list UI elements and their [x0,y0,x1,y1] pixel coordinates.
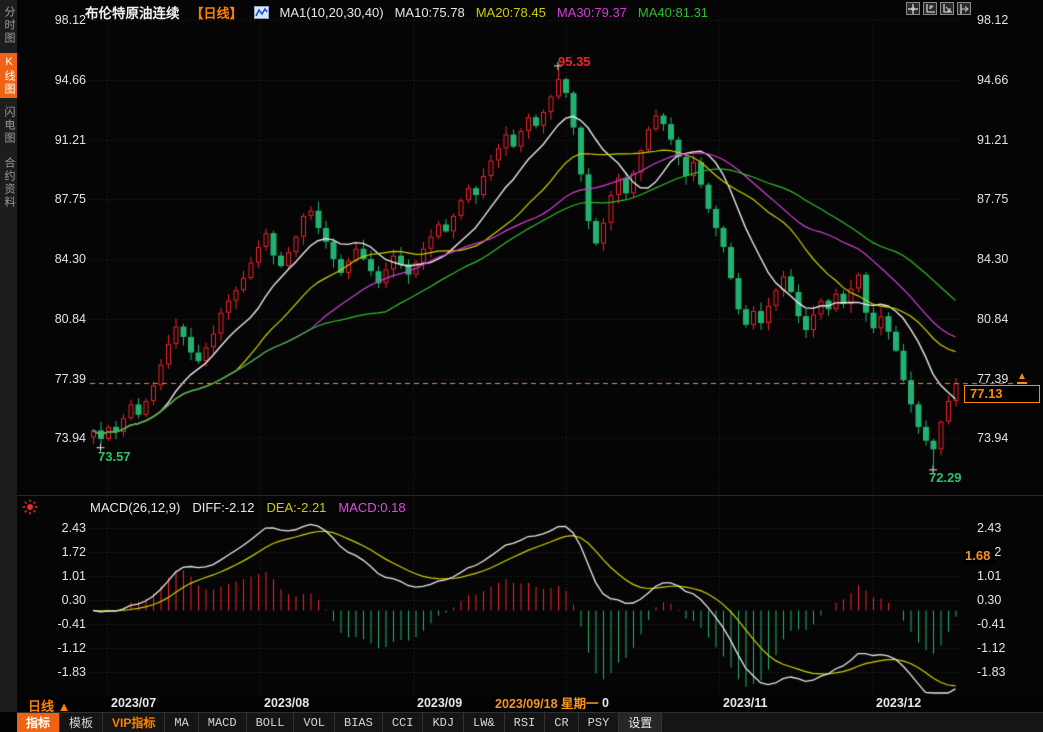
period-low-annotation: 72.29 [929,470,962,485]
pane-divider[interactable] [17,495,1043,496]
instrument-title: 布伦特原油连续 [85,2,180,22]
xaxis-month-label: 2023/11 [723,696,768,710]
sidebar-tab-1[interactable]: 分时图 [0,3,17,48]
axis-tick-label: 84.30 [18,252,86,266]
axis-tick-label: 91.21 [977,133,1008,147]
sidebar-tab-3[interactable]: 闪电图 [0,103,17,148]
axis-tick-label: 80.84 [18,312,86,326]
axis-scale-right-icon[interactable] [940,2,954,15]
ma-group-label: MA1(10,20,30,40) [280,5,384,20]
mini-chart-icon [254,6,269,19]
toolbar-button-MACD[interactable]: MACD [199,713,247,732]
indicator-toolbar: 指标模板VIP指标MAMACDBOLLVOLBIASCCIKDJLW&RSICR… [17,712,1043,732]
axis-tick-label: 94.66 [977,73,1008,87]
toolbar-button-CCI[interactable]: CCI [383,713,424,732]
axis-tick-label: 98.12 [977,13,1008,27]
toolbar-button-LW&[interactable]: LW& [464,713,505,732]
axis-tick-label: 77.39 [977,372,1008,386]
crosshair-date-tooltip: 2023/09/18 星期一 [491,696,603,712]
xaxis-month-label: 2023/07 [111,696,156,710]
axis-tick-label: 80.84 [977,312,1008,326]
axis-tick-label: 98.12 [18,13,86,27]
axis-tick-label: 1.72 [18,545,86,559]
axis-tick-label: 73.94 [977,431,1008,445]
axis-scale-left-icon[interactable] [923,2,937,15]
toolbar-button-BOLL[interactable]: BOLL [247,713,295,732]
axis-tick-label: -0.41 [18,617,86,631]
axis-tick-label: 73.94 [18,431,86,445]
axis-tick-label: 77.39 [18,372,86,386]
xaxis-month-label: 2023/09 [417,696,462,710]
axis-tick-label: 1.01 [977,569,1001,583]
macd-axis-highlight-value: 1.68 [963,547,995,564]
toolbar-button-VIP指标[interactable]: VIP指标 [103,713,165,732]
macd-params-label: MACD(26,12,9) [90,500,180,515]
toolbar-button-CR[interactable]: CR [545,713,578,732]
xaxis-month-label: 2023/12 [876,696,921,710]
xaxis-row: 日线 ▲ 2023/09/18 星期一 0 2023/072023/082023… [0,696,1043,712]
ma20-value: MA20:78.45 [476,5,546,20]
axis-tick-label: 94.66 [18,73,86,87]
dea-value: DEA:-2.21 [266,500,326,515]
crosshair-icon[interactable] [906,2,920,15]
toolbar-button-KDJ[interactable]: KDJ [423,713,464,732]
axis-tick-label: 0.30 [18,593,86,607]
macd-legend: MACD(26,12,9) DIFF:-2.12 DEA:-2.21 MACD:… [90,500,406,515]
kline-app-window: 分时图 K线图闪电图合约资料 布伦特原油连续 【日线】 MA1(10,20,30,… [0,0,1043,732]
ma10-value: MA10:75.78 [395,5,465,20]
toolbar-button-RSI[interactable]: RSI [505,713,546,732]
ma40-value: MA40:81.31 [638,5,708,20]
period-high-annotation: 95.35 [558,54,591,69]
start-low-annotation: 73.57 [98,449,131,464]
price-up-arrow-icon: ▲ [1017,372,1027,384]
alert-blink-icon[interactable] [22,499,38,520]
toolbar-button-VOL[interactable]: VOL [294,713,335,732]
toolbar-button-PSY[interactable]: PSY [579,713,620,732]
axis-tick-label: -1.83 [977,665,1006,679]
axis-tick-label: 2.43 [18,521,86,535]
covered-month-label-remnant: 0 [602,696,609,710]
axis-tick-label: 1.01 [18,569,86,583]
axis-tick-label: -1.12 [977,641,1006,655]
axis-tick-label: 0.30 [977,593,1001,607]
xaxis-month-label: 2023/08 [264,696,309,710]
sidebar-tab-2[interactable]: K线图 [0,53,17,98]
axis-tick-label: 2.43 [977,521,1001,535]
axis-tick-label: 87.75 [977,192,1008,206]
axis-tick-label: -1.12 [18,641,86,655]
ma30-value: MA30:79.37 [557,5,627,20]
current-price-label: 77.13 [964,385,1040,403]
pan-right-icon[interactable] [957,2,971,15]
axis-tick-label: 84.30 [977,252,1008,266]
chart-canvas[interactable] [17,0,1043,696]
axis-tick-label: 87.75 [18,192,86,206]
toolbar-button-模板[interactable]: 模板 [60,713,103,732]
toolbar-button-指标[interactable]: 指标 [17,713,60,732]
sidebar-tab-4[interactable]: 合约资料 [0,153,17,213]
period-tag[interactable]: 【日线】 [191,3,243,22]
toolbar-button-BIAS[interactable]: BIAS [335,713,383,732]
toolbar-button-MA[interactable]: MA [165,713,198,732]
macd-value: MACD:0.18 [338,500,405,515]
diff-value: DIFF:-2.12 [192,500,254,515]
axis-tick-label: -1.83 [18,665,86,679]
toolbar-button-设置[interactable]: 设置 [619,713,662,732]
axis-tick-label: 91.21 [18,133,86,147]
axis-tick-label: -0.41 [977,617,1006,631]
left-tab-bar: 分时图 K线图闪电图合约资料 [0,0,17,712]
chart-legend: 布伦特原油连续 【日线】 MA1(10,20,30,40) MA10:75.78… [85,2,708,22]
chart-tool-icons [906,2,971,15]
